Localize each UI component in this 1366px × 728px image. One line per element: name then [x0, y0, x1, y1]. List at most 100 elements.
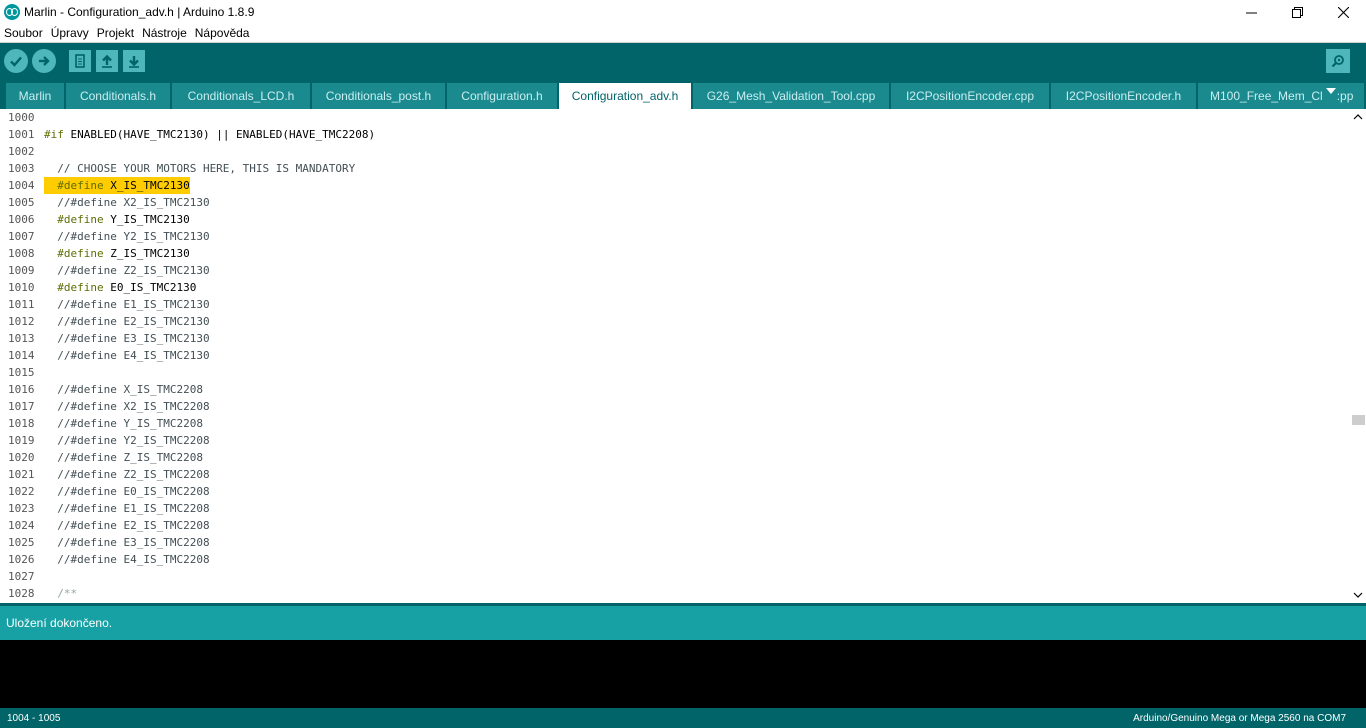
code-line: 1028 /**	[0, 585, 1350, 602]
verify-button[interactable]	[4, 49, 28, 73]
code-line: 1010 #define E0_IS_TMC2130	[0, 279, 1350, 296]
line-code: //#define E2_IS_TMC2208	[44, 517, 209, 534]
code-text: //#define E3_IS_TMC2130	[44, 332, 210, 345]
code-text: //#define X2_IS_TMC2130	[44, 196, 210, 209]
menu-sketch[interactable]: Projekt	[93, 26, 138, 40]
code-text: X_IS_TMC2130	[103, 179, 190, 192]
code-line: 1001 #if ENABLED(HAVE_TMC2130) || ENABLED…	[0, 126, 1350, 143]
menu-tools[interactable]: Nástroje	[138, 26, 191, 40]
line-code: //#define E3_IS_TMC2208	[44, 534, 210, 551]
tab-m100-free-mem[interactable]: M100_Free_Mem_Cl:pp	[1198, 83, 1364, 109]
line-number: 1020	[8, 451, 35, 464]
editor-scrollbar[interactable]	[1350, 109, 1366, 603]
new-file-icon	[75, 54, 85, 68]
serial-monitor-button[interactable]	[1326, 49, 1350, 73]
code-line: 1009 //#define Z2_IS_TMC2130	[0, 262, 1350, 279]
line-code: //#define E3_IS_TMC2130	[44, 330, 210, 347]
line-code: #define Y_IS_TMC2130	[44, 211, 190, 228]
line-code: //#define E1_IS_TMC2208	[44, 500, 209, 517]
code-line: 1016 //#define X_IS_TMC2208	[0, 381, 1350, 398]
save-sketch-button[interactable]	[123, 50, 145, 72]
code-line: 1021 //#define Z2_IS_TMC2208	[0, 466, 1350, 483]
code-line: 1007 //#define Y2_IS_TMC2130	[0, 228, 1350, 245]
minimize-button[interactable]	[1228, 0, 1274, 24]
arrow-down-icon	[129, 56, 139, 68]
tab-marlin[interactable]: Marlin	[6, 83, 64, 109]
preprocessor-keyword: #define	[44, 213, 104, 226]
line-number: 1007	[8, 230, 35, 243]
line-code: //#define Z2_IS_TMC2130	[44, 262, 209, 279]
maximize-button[interactable]	[1274, 0, 1320, 24]
toolbar	[0, 43, 1366, 79]
new-sketch-button[interactable]	[69, 50, 91, 72]
line-number: 1018	[8, 417, 35, 430]
code-line: 1020 //#define Z_IS_TMC2208	[0, 449, 1350, 466]
status-bar: Uložení dokončeno.	[0, 606, 1366, 640]
line-number: 1023	[8, 502, 35, 515]
code-text: //#define Y_IS_TMC2208	[44, 417, 203, 430]
code-line: 1002	[0, 143, 1350, 160]
code-line: 1000	[0, 109, 1350, 126]
line-number: 1012	[8, 315, 35, 328]
tab-configuration-adv-h[interactable]: Configuration_adv.h	[559, 83, 691, 109]
code-text: //#define E1_IS_TMC2130	[44, 298, 210, 311]
menu-edit[interactable]: Úpravy	[47, 26, 93, 40]
preprocessor-keyword: #define	[44, 179, 104, 192]
scrollbar-thumb[interactable]	[1352, 415, 1365, 425]
line-number: 1008	[8, 247, 35, 260]
maximize-icon	[1291, 6, 1303, 18]
menu-file[interactable]: Soubor	[0, 26, 47, 40]
window-title: Marlin - Configuration_adv.h | Arduino 1…	[24, 5, 255, 19]
line-code: #define Z_IS_TMC2130	[44, 245, 189, 262]
line-code: //#define X2_IS_TMC2130	[44, 194, 210, 211]
close-button[interactable]	[1320, 0, 1366, 24]
code-line: 1011 //#define E1_IS_TMC2130	[0, 296, 1350, 313]
line-number: 1027	[8, 570, 35, 583]
tab-g26-mesh-validation-tool-cpp[interactable]: G26_Mesh_Validation_Tool.cpp	[693, 83, 889, 109]
scroll-down-icon[interactable]	[1353, 590, 1363, 600]
code-line: 1012 //#define E2_IS_TMC2130	[0, 313, 1350, 330]
line-number: 1025	[8, 536, 35, 549]
code-text: //#define Y2_IS_TMC2130	[44, 230, 210, 243]
code-line: 1024 //#define E2_IS_TMC2208	[0, 517, 1350, 534]
line-code: //#define X_IS_TMC2208	[44, 381, 203, 398]
tab-configuration-h[interactable]: Configuration.h	[447, 83, 557, 109]
check-icon	[10, 56, 22, 67]
tab-i2c-position-encoder-cpp[interactable]: I2CPositionEncoder.cpp	[891, 83, 1049, 109]
line-number: 1001	[8, 128, 35, 141]
code-text: //#define E3_IS_TMC2208	[44, 536, 210, 549]
line-number: 1014	[8, 349, 35, 362]
tab-conditionals-lcd-h[interactable]: Conditionals_LCD.h	[172, 83, 310, 109]
line-code: #if ENABLED(HAVE_TMC2130) || ENABLED(HAV…	[44, 126, 375, 143]
console-output[interactable]	[0, 640, 1366, 708]
tab-conditionals-post-h[interactable]: Conditionals_post.h	[312, 83, 445, 109]
line-code: //#define Y2_IS_TMC2208	[44, 432, 209, 449]
line-code: //#define E0_IS_TMC2208	[44, 483, 210, 500]
scroll-up-icon[interactable]	[1353, 112, 1363, 122]
code-editor[interactable]: 1000 1001 #if ENABLED(HAVE_TMC2130) || ENA…	[0, 109, 1350, 603]
code-text: //#define E2_IS_TMC2130	[44, 315, 210, 328]
code-line: 1013 //#define E3_IS_TMC2130	[0, 330, 1350, 347]
tab-m100-label: M100_Free_Mem_Cl	[1210, 89, 1323, 103]
line-number: 1016	[8, 383, 35, 396]
menu-help[interactable]: Nápověda	[191, 26, 254, 40]
code-text: //#define E0_IS_TMC2208	[44, 485, 210, 498]
code-line: 1005 //#define X2_IS_TMC2130	[0, 194, 1350, 211]
arrow-right-icon	[39, 56, 50, 66]
minimize-icon	[1245, 12, 1257, 13]
line-code: //#define X2_IS_TMC2208	[44, 398, 209, 415]
caret-down-icon[interactable]	[1326, 88, 1336, 94]
line-range: 1004 - 1005	[7, 712, 61, 724]
line-number: 1006	[8, 213, 35, 226]
code-text: //#define E4_IS_TMC2130	[44, 349, 210, 362]
code-line: 1006 #define Y_IS_TMC2130	[0, 211, 1350, 228]
tab-i2c-position-encoder-h[interactable]: I2CPositionEncoder.h	[1051, 83, 1196, 109]
code-text: Y_IS_TMC2130	[103, 213, 190, 226]
tab-bar: Marlin Conditionals.h Conditionals_LCD.h…	[0, 79, 1366, 109]
line-code: //#define Z_IS_TMC2208	[44, 449, 203, 466]
line-number: 1009	[8, 264, 35, 277]
tab-conditionals-h[interactable]: Conditionals.h	[66, 83, 170, 109]
open-sketch-button[interactable]	[96, 50, 118, 72]
code-line: 1025 //#define E3_IS_TMC2208	[0, 534, 1350, 551]
upload-button[interactable]	[32, 49, 56, 73]
